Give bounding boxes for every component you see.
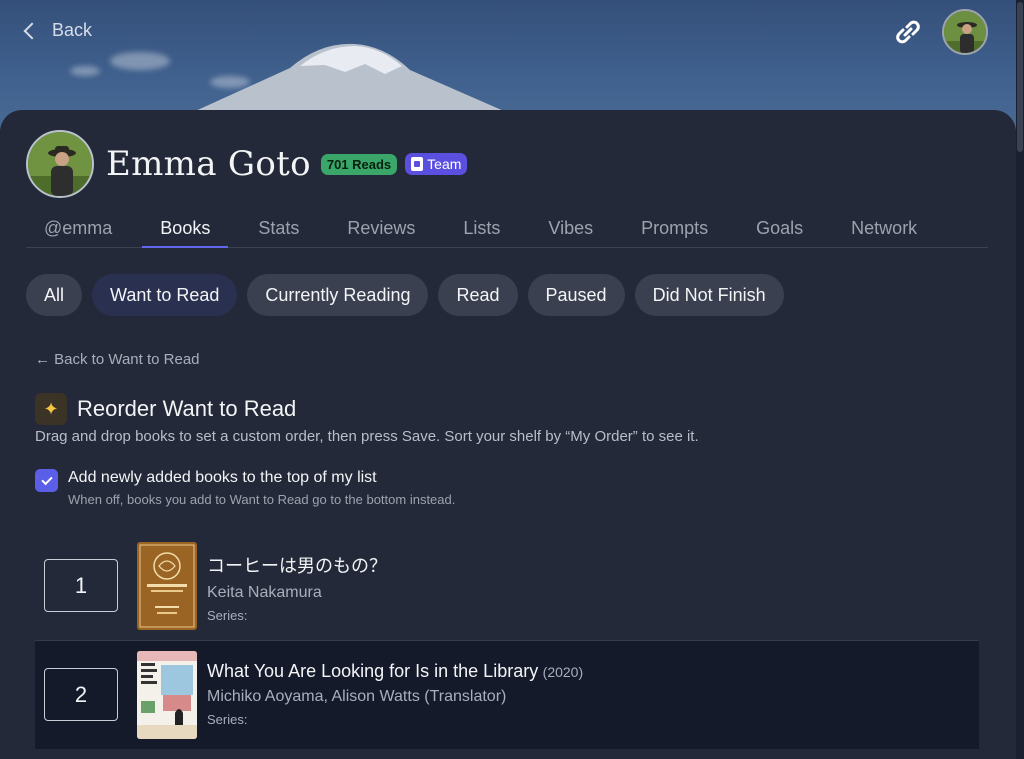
add-to-top-checkbox[interactable] [35,469,58,492]
book-title[interactable]: What You Are Looking for Is in the Libra… [207,661,538,681]
avatar [26,130,94,198]
back-button[interactable]: Back [23,20,93,41]
shelf-filters: All Want to Read Currently Reading Read … [26,274,784,316]
checkbox-help-text: When off, books you add to Want to Read … [68,492,456,507]
link-icon[interactable] [892,18,924,46]
book-year: (2020) [542,664,584,680]
tab-books[interactable]: Books [142,208,229,248]
tab-goals[interactable]: Goals [738,208,821,248]
book-cover[interactable] [137,651,197,739]
filter-did-not-finish[interactable]: Did Not Finish [634,274,784,316]
checkbox-label[interactable]: Add newly added books to the top of my l… [68,469,455,487]
user-avatar-menu[interactable] [942,9,988,55]
book-cover[interactable] [137,542,197,630]
chevron-left-icon [23,22,41,39]
reorder-header: ✦ Reorder Want to Read [35,393,296,425]
profile-card: Emma Goto 701 Reads Team @emma Books Sta… [0,110,1016,759]
reorder-description: Drag and drop books to set a custom orde… [35,428,699,445]
filter-read[interactable]: Read [438,274,518,316]
scrollbar[interactable] [1016,0,1024,759]
position-input[interactable]: 2 [44,668,118,721]
profile-tabs: @emma Books Stats Reviews Lists Vibes Pr… [26,208,988,248]
book-author: Keita Nakamura [207,584,322,601]
book-series: Series: [207,712,248,727]
position-input[interactable]: 1 [44,559,118,612]
team-badge[interactable]: Team [405,153,468,175]
mountain-image [180,43,520,118]
back-label: Back [52,20,93,40]
check-icon [40,473,53,485]
profile-header: Emma Goto 701 Reads Team [26,130,468,198]
filter-paused[interactable]: Paused [527,274,625,316]
team-badge-label: Team [427,156,462,172]
filter-all[interactable]: All [26,274,83,316]
profile-name: Emma Goto [106,144,311,184]
reads-badge[interactable]: 701 Reads [320,153,398,175]
book-row[interactable]: 1 コーヒーは男のもの？ Keita Nakamura Series: [35,532,979,640]
filter-currently-reading[interactable]: Currently Reading [247,274,429,316]
book-series: Series: [207,608,248,623]
book-row[interactable]: 2 What You Are Looking for Is in the Lib… [35,641,979,749]
tab-prompts[interactable]: Prompts [623,208,726,248]
tab-network[interactable]: Network [833,208,935,248]
filter-want-to-read[interactable]: Want to Read [92,274,238,316]
book-title[interactable]: コーヒーは男のもの？ [207,556,387,576]
tab-reviews[interactable]: Reviews [329,208,433,248]
tab-vibes[interactable]: Vibes [530,208,611,248]
tab-handle[interactable]: @emma [26,208,130,248]
reorder-title: Reorder Want to Read [77,396,297,421]
sparkle-icon: ✦ [35,393,67,425]
add-to-top-option: Add newly added books to the top of my l… [35,469,455,507]
back-to-want-to-read-link[interactable]: ← Back to Want to Read [35,351,200,368]
book-author: Michiko Aoyama, Alison Watts (Translator… [207,688,507,705]
tab-stats[interactable]: Stats [240,208,317,248]
tab-lists[interactable]: Lists [445,208,518,248]
team-icon [411,157,424,171]
